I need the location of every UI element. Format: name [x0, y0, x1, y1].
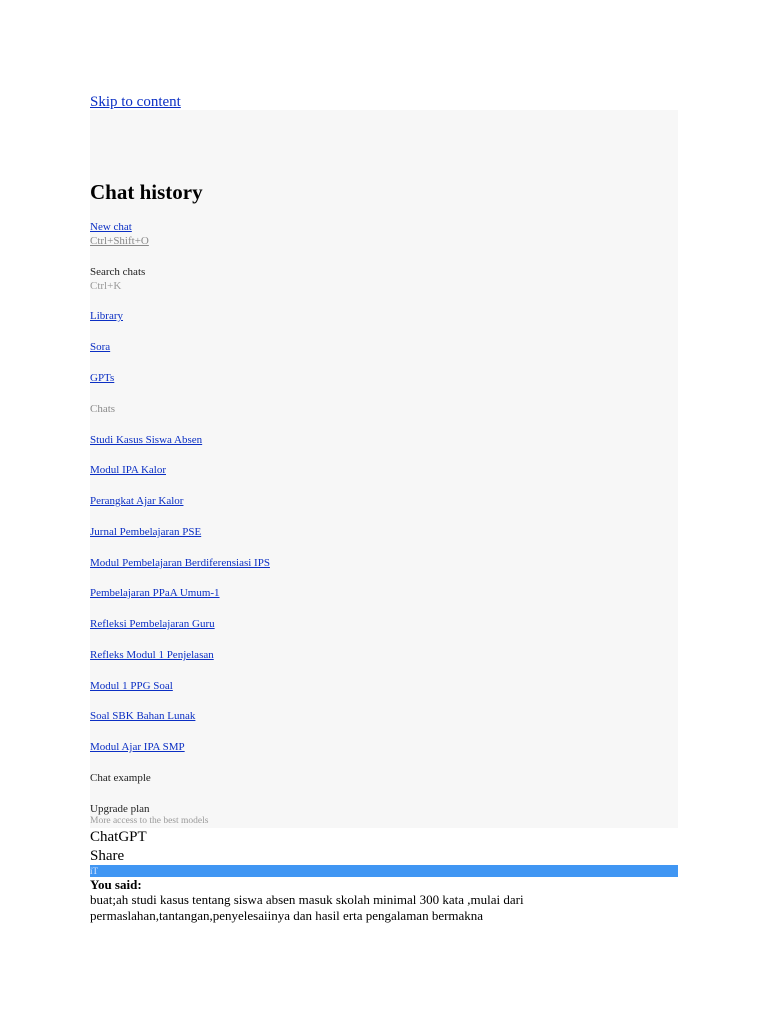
chat-item[interactable]: Jurnal Pembelajaran PSE — [90, 526, 201, 539]
new-chat-shortcut: Ctrl+Shift+O — [90, 235, 149, 247]
app-title: ChatGPT — [90, 829, 147, 845]
search-chats-button[interactable]: Search chats — [90, 266, 145, 279]
chat-example-item[interactable]: Chat example — [90, 772, 151, 785]
chat-item[interactable]: Perangkat Ajar Kalor — [90, 495, 183, 508]
chat-item[interactable]: Studi Kasus Siswa Absen — [90, 434, 202, 447]
sidebar: Chat history New chat Ctrl+Shift+O Searc… — [90, 110, 678, 828]
chat-item[interactable]: Refleks Modul 1 Penjelasan — [90, 649, 214, 662]
chat-item[interactable]: Modul Pembelajaran Berdiferensiasi IPS — [90, 557, 270, 570]
upgrade-plan-button[interactable]: Upgrade plan — [90, 803, 150, 816]
chat-item[interactable]: Soal SBK Bahan Lunak — [90, 710, 195, 723]
sidebar-item-sora[interactable]: Sora — [90, 341, 110, 354]
upgrade-plan-subtitle: More access to the best models — [90, 816, 209, 826]
skip-to-content-link[interactable]: Skip to content — [90, 94, 181, 111]
chat-item[interactable]: Modul IPA Kalor — [90, 464, 166, 477]
chats-section-label: Chats — [90, 403, 116, 415]
search-chats-shortcut: Ctrl+K — [90, 280, 122, 292]
new-chat-link[interactable]: New chat — [90, 221, 132, 234]
chat-item[interactable]: Modul Ajar IPA SMP — [90, 741, 185, 754]
chat-item[interactable]: Modul 1 PPG Soal — [90, 680, 173, 693]
you-said-label: You said: — [90, 877, 142, 892]
user-message: buat;ah studi kasus tentang siswa absen … — [90, 892, 524, 923]
chat-history-heading: Chat history — [90, 180, 203, 204]
sidebar-item-gpts[interactable]: GPTs — [90, 372, 114, 385]
sidebar-item-library[interactable]: Library — [90, 310, 123, 323]
chat-item[interactable]: Pembelajaran PPaA Umum-1 — [90, 587, 220, 600]
user-avatar-bar: iT — [90, 865, 678, 877]
chat-item[interactable]: Refleksi Pembelajaran Guru — [90, 618, 215, 631]
share-button[interactable]: Share — [90, 848, 124, 865]
